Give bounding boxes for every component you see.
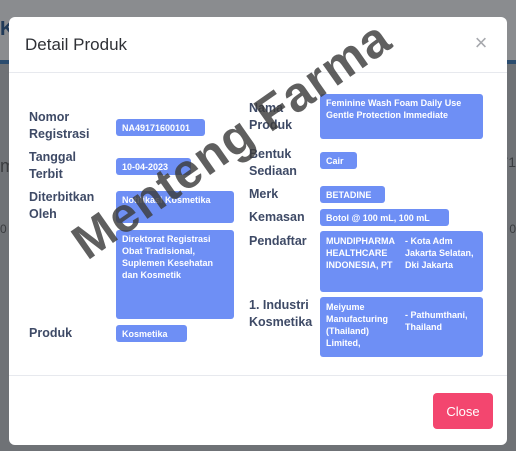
value-nomor-registrasi: NA49171600101	[116, 119, 205, 136]
value-merk: BETADINE	[320, 186, 385, 203]
label-pendaftar: Pendaftar	[249, 234, 307, 248]
industri-location: - Pathumthani, Thailand	[405, 310, 468, 332]
product-detail-modal: Detail Produk × Nomor Registrasi Tanggal…	[9, 17, 507, 445]
value-bentuk-sediaan: Cair	[320, 152, 357, 169]
pendaftar-location: - Kota Adm Jakarta Selatan, Dki Jakarta	[405, 236, 474, 270]
value-diterbitkan-oleh: Notifikasi Kosmetika	[116, 191, 234, 223]
value-nama-produk: Feminine Wash Foam Daily Use Gentle Prot…	[320, 94, 483, 139]
label-merk: Merk	[249, 187, 279, 201]
value-pendaftar: MUNDIPHARMA HEALTHCARE INDONESIA, PT - K…	[320, 231, 483, 292]
label-kemasan: Kemasan	[249, 210, 305, 224]
value-kemasan: Botol @ 100 mL, 100 mL	[320, 209, 449, 226]
label-industri: 1. Industri Kosmetika	[249, 298, 313, 329]
modal-footer: Close	[9, 375, 507, 445]
background-text-fragment: 0	[509, 222, 516, 236]
label-tanggal-terbit: Tanggal Terbit	[29, 150, 76, 181]
value-tanggal-terbit: 10-04-2023	[116, 158, 191, 175]
label-produk: Produk	[29, 326, 73, 340]
industri-name: Meiyume Manufacturing (Thailand) Limited…	[326, 302, 388, 348]
value-produk: Kosmetika	[116, 325, 187, 342]
label-bentuk-sediaan: Bentuk Sediaan	[249, 147, 297, 178]
close-button[interactable]: Close	[433, 393, 493, 429]
value-direktorat: Direktorat Registrasi Obat Tradisional, …	[116, 230, 234, 319]
value-industri: Meiyume Manufacturing (Thailand) Limited…	[320, 297, 483, 357]
close-icon[interactable]: ×	[472, 32, 490, 54]
label-diterbitkan-oleh: Diterbitkan Oleh	[29, 190, 95, 221]
modal-header: Detail Produk ×	[9, 17, 507, 73]
pendaftar-name: MUNDIPHARMA HEALTHCARE INDONESIA, PT	[326, 236, 395, 270]
modal-title: Detail Produk	[25, 35, 128, 54]
label-nomor-registrasi: Nomor Registrasi	[29, 110, 90, 141]
label-nama-produk: Nama Produk	[249, 101, 293, 132]
background-text-fragment: 0	[0, 222, 7, 236]
